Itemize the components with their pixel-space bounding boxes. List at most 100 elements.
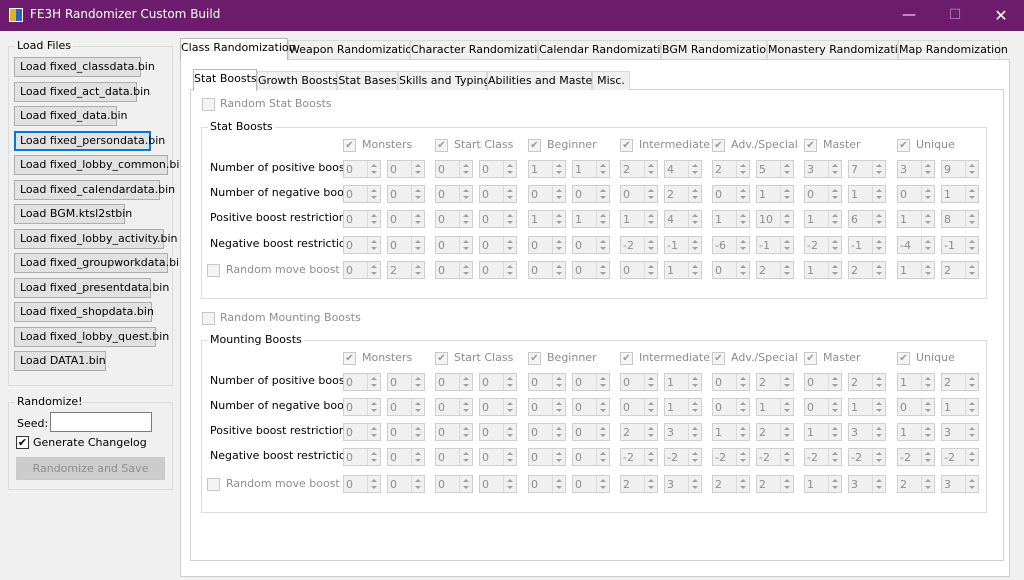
stat-negative-restrictions-spinner[interactable]: -1	[848, 236, 886, 254]
arrow-up-icon[interactable]	[925, 265, 931, 268]
arrow-down-icon[interactable]	[969, 409, 975, 412]
spinner-arrows-icon[interactable]	[367, 186, 380, 202]
arrow-down-icon[interactable]	[463, 434, 469, 437]
mount-col-checkbox-1[interactable]: ✔	[435, 352, 448, 365]
arrow-up-icon[interactable]	[600, 189, 606, 192]
spinner-arrows-icon[interactable]	[828, 449, 841, 465]
stat-positive-restrictions-spinner[interactable]: 0	[343, 210, 381, 228]
mount-positive-restrictions-spinner[interactable]: 0	[572, 423, 610, 441]
arrow-down-icon[interactable]	[969, 171, 975, 174]
arrow-up-icon[interactable]	[925, 214, 931, 217]
arrow-up-icon[interactable]	[600, 265, 606, 268]
stat-negative-restrictions-spinner[interactable]: 0	[572, 236, 610, 254]
spinner-arrows-icon[interactable]	[503, 424, 516, 440]
arrow-down-icon[interactable]	[876, 171, 882, 174]
arrow-up-icon[interactable]	[784, 479, 790, 482]
arrow-down-icon[interactable]	[415, 247, 421, 250]
arrow-down-icon[interactable]	[692, 434, 698, 437]
stat-positive-restrictions-spinner[interactable]: 1	[528, 210, 566, 228]
spinner-arrows-icon[interactable]	[596, 211, 609, 227]
mount-random-move-boost-spinner[interactable]: 2	[897, 475, 935, 493]
arrow-down-icon[interactable]	[507, 409, 513, 412]
arrow-up-icon[interactable]	[692, 265, 698, 268]
arrow-down-icon[interactable]	[507, 196, 513, 199]
arrow-down-icon[interactable]	[925, 221, 931, 224]
arrow-up-icon[interactable]	[648, 479, 654, 482]
spinner-arrows-icon[interactable]	[411, 186, 424, 202]
spinner-arrows-icon[interactable]	[367, 374, 380, 390]
spinner-arrows-icon[interactable]	[552, 237, 565, 253]
arrow-up-icon[interactable]	[556, 427, 562, 430]
mount-positive-boosts-spinner[interactable]: 0	[479, 373, 517, 391]
arrow-up-icon[interactable]	[556, 452, 562, 455]
arrow-down-icon[interactable]	[740, 221, 746, 224]
stat-positive-boosts-spinner[interactable]: 0	[387, 160, 425, 178]
arrow-down-icon[interactable]	[415, 272, 421, 275]
spinner-arrows-icon[interactable]	[921, 399, 934, 415]
arrow-up-icon[interactable]	[876, 427, 882, 430]
mount-negative-restrictions-spinner[interactable]: -2	[756, 448, 794, 466]
arrow-down-icon[interactable]	[692, 384, 698, 387]
arrow-down-icon[interactable]	[925, 247, 931, 250]
arrow-down-icon[interactable]	[600, 434, 606, 437]
arrow-up-icon[interactable]	[507, 427, 513, 430]
arrow-up-icon[interactable]	[925, 189, 931, 192]
arrow-down-icon[interactable]	[784, 196, 790, 199]
spinner-arrows-icon[interactable]	[921, 161, 934, 177]
spinner-arrows-icon[interactable]	[367, 476, 380, 492]
arrow-up-icon[interactable]	[969, 240, 975, 243]
arrow-up-icon[interactable]	[969, 164, 975, 167]
arrow-up-icon[interactable]	[600, 402, 606, 405]
spinner-arrows-icon[interactable]	[688, 399, 701, 415]
mount-negative-boosts-spinner[interactable]: 0	[804, 398, 842, 416]
spinner-arrows-icon[interactable]	[828, 237, 841, 253]
spinner-arrows-icon[interactable]	[736, 262, 749, 278]
arrow-down-icon[interactable]	[832, 221, 838, 224]
arrow-down-icon[interactable]	[556, 384, 562, 387]
mount-negative-restrictions-spinner[interactable]: -2	[804, 448, 842, 466]
arrow-up-icon[interactable]	[925, 452, 931, 455]
arrow-up-icon[interactable]	[415, 402, 421, 405]
arrow-down-icon[interactable]	[371, 434, 377, 437]
mount-positive-restrictions-spinner[interactable]: 2	[756, 423, 794, 441]
arrow-down-icon[interactable]	[415, 459, 421, 462]
arrow-down-icon[interactable]	[740, 247, 746, 250]
mount-positive-restrictions-spinner[interactable]: 1	[897, 423, 935, 441]
arrow-down-icon[interactable]	[876, 486, 882, 489]
arrow-up-icon[interactable]	[415, 377, 421, 380]
arrow-down-icon[interactable]	[876, 409, 882, 412]
arrow-down-icon[interactable]	[463, 171, 469, 174]
arrow-up-icon[interactable]	[740, 189, 746, 192]
spinner-arrows-icon[interactable]	[552, 399, 565, 415]
arrow-down-icon[interactable]	[832, 196, 838, 199]
mount-positive-boosts-spinner[interactable]: 2	[848, 373, 886, 391]
spinner-arrows-icon[interactable]	[921, 211, 934, 227]
arrow-up-icon[interactable]	[692, 402, 698, 405]
stat-negative-restrictions-spinner[interactable]: 0	[528, 236, 566, 254]
mount-positive-restrictions-spinner[interactable]: 0	[528, 423, 566, 441]
stat-positive-restrictions-spinner[interactable]: 1	[620, 210, 658, 228]
arrow-down-icon[interactable]	[371, 272, 377, 275]
arrow-up-icon[interactable]	[507, 189, 513, 192]
arrow-up-icon[interactable]	[784, 189, 790, 192]
spinner-arrows-icon[interactable]	[688, 424, 701, 440]
arrow-up-icon[interactable]	[600, 452, 606, 455]
stat-positive-restrictions-spinner[interactable]: 1	[572, 210, 610, 228]
arrow-up-icon[interactable]	[463, 427, 469, 430]
spinner-arrows-icon[interactable]	[780, 237, 793, 253]
arrow-down-icon[interactable]	[648, 171, 654, 174]
load-lobby-common-button[interactable]: Load fixed_lobby_common.bin	[14, 155, 186, 175]
spinner-arrows-icon[interactable]	[872, 186, 885, 202]
arrow-down-icon[interactable]	[415, 196, 421, 199]
arrow-down-icon[interactable]	[507, 459, 513, 462]
arrow-down-icon[interactable]	[648, 409, 654, 412]
arrow-up-icon[interactable]	[784, 452, 790, 455]
spinner-arrows-icon[interactable]	[411, 424, 424, 440]
arrow-up-icon[interactable]	[876, 164, 882, 167]
arrow-down-icon[interactable]	[371, 221, 377, 224]
stat-negative-restrictions-spinner[interactable]: 0	[387, 236, 425, 254]
stat-negative-restrictions-spinner[interactable]: -4	[897, 236, 935, 254]
spinner-arrows-icon[interactable]	[411, 211, 424, 227]
mount-positive-boosts-spinner[interactable]: 0	[712, 373, 750, 391]
arrow-up-icon[interactable]	[876, 452, 882, 455]
